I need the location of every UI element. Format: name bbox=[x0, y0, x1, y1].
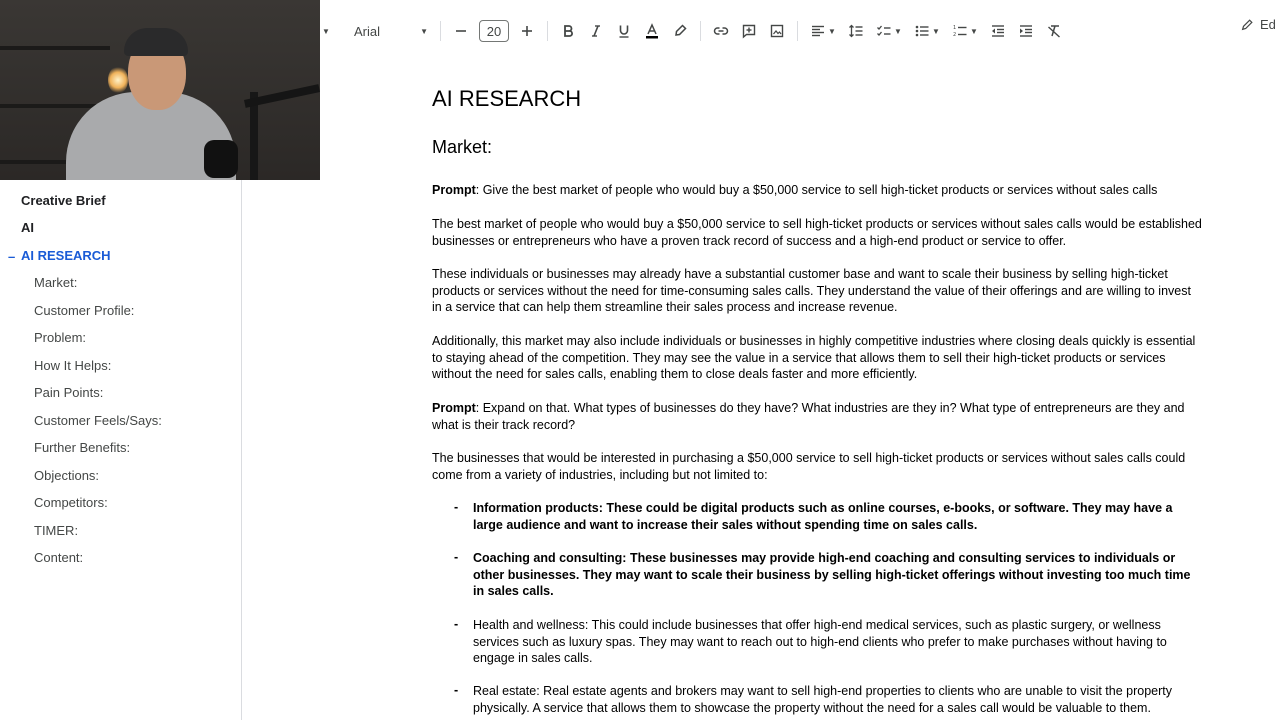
clear-formatting-button[interactable] bbox=[1040, 17, 1068, 45]
outline-item-objections[interactable]: Objections: bbox=[34, 468, 99, 483]
chevron-down-icon: ▼ bbox=[970, 26, 978, 36]
body-paragraph: The businesses that would be interested … bbox=[432, 451, 1186, 482]
font-size-input[interactable]: 20 bbox=[479, 20, 509, 42]
prompt-paragraph-1: Prompt: Give the best market of people w… bbox=[432, 182, 1202, 199]
bold-button[interactable] bbox=[554, 17, 582, 45]
italic-button[interactable] bbox=[582, 17, 610, 45]
line-spacing-icon bbox=[849, 24, 863, 38]
outline-item-ai[interactable]: AI bbox=[21, 220, 34, 235]
document-title: AI RESEARCH bbox=[432, 86, 582, 111]
overflow-caret[interactable]: ▼ bbox=[320, 17, 330, 45]
increase-font-size-button[interactable] bbox=[513, 17, 541, 45]
prompt-text: : Expand on that. What types of business… bbox=[432, 401, 1185, 432]
prompt-label: Prompt bbox=[432, 183, 476, 197]
chevron-down-icon: ▼ bbox=[894, 26, 902, 36]
body-paragraph: Additionally, this market may also inclu… bbox=[432, 334, 1196, 382]
prompt-label: Prompt bbox=[432, 401, 476, 415]
svg-text:1: 1 bbox=[953, 25, 956, 31]
checklist-icon bbox=[877, 25, 891, 36]
image-icon bbox=[770, 24, 784, 38]
microphone bbox=[204, 140, 238, 178]
bullet-marker: - bbox=[454, 550, 459, 564]
outline-item-further-benefits[interactable]: Further Benefits: bbox=[34, 440, 130, 455]
toolbar-divider bbox=[440, 21, 441, 41]
outline-item-competitors[interactable]: Competitors: bbox=[34, 495, 108, 510]
checklist-button[interactable]: ▼ bbox=[870, 17, 908, 45]
bullet-marker: - bbox=[454, 617, 459, 631]
bullet-marker: - bbox=[454, 500, 459, 514]
pencil-icon bbox=[1241, 18, 1253, 30]
insert-link-button[interactable] bbox=[707, 17, 735, 45]
body-paragraph: These individuals or businesses may alre… bbox=[432, 267, 1191, 315]
font-family-select[interactable]: Arial ▼ bbox=[350, 17, 434, 45]
outline-item-market[interactable]: Market: bbox=[34, 275, 77, 290]
collapse-indicator[interactable]: – bbox=[8, 249, 15, 264]
prompt-paragraph-2: Prompt: Expand on that. What types of bu… bbox=[432, 400, 1202, 433]
italic-icon bbox=[592, 25, 600, 37]
outline-item-customer-profile[interactable]: Customer Profile: bbox=[34, 303, 134, 318]
chevron-down-icon: ▼ bbox=[420, 26, 428, 36]
chevron-down-icon: ▼ bbox=[828, 26, 836, 36]
outline-item-problem[interactable]: Problem: bbox=[34, 330, 86, 345]
bullet-marker: - bbox=[454, 683, 459, 697]
bold-icon bbox=[564, 25, 573, 37]
editing-mode-label: Ed bbox=[1260, 17, 1276, 32]
align-left-icon bbox=[812, 25, 825, 37]
presenter-cap bbox=[124, 28, 188, 56]
text-color-button[interactable] bbox=[638, 17, 666, 45]
section-heading-market: Market: bbox=[432, 137, 493, 157]
decrease-indent-button[interactable] bbox=[984, 17, 1012, 45]
list-item: Health and wellness: This could include … bbox=[473, 618, 1167, 666]
toolbar-divider bbox=[547, 21, 548, 41]
numbered-list-icon: 12 bbox=[953, 25, 967, 38]
list-item: Real estate: Real estate agents and brok… bbox=[473, 684, 1172, 715]
body-paragraph: The best market of people who would buy … bbox=[432, 217, 1202, 248]
font-family-value: Arial bbox=[354, 23, 381, 39]
toolbar-divider bbox=[797, 21, 798, 41]
add-comment-button[interactable] bbox=[735, 17, 763, 45]
editing-mode-button[interactable]: Ed bbox=[1240, 17, 1280, 32]
outline-item-content[interactable]: Content: bbox=[34, 550, 83, 565]
line-spacing-button[interactable] bbox=[842, 17, 870, 45]
highlighter-icon bbox=[675, 24, 687, 36]
svg-text:2: 2 bbox=[953, 32, 956, 38]
chevron-down-icon: ▼ bbox=[932, 26, 940, 36]
list-item: Coaching and consulting: These businesse… bbox=[473, 551, 1191, 599]
highlight-color-button[interactable] bbox=[666, 17, 694, 45]
shelf-board bbox=[0, 46, 110, 50]
numbered-list-button[interactable]: 12 ▼ bbox=[946, 17, 984, 45]
comment-icon bbox=[742, 24, 756, 39]
toolbar-divider bbox=[700, 21, 701, 41]
clear-formatting-icon bbox=[1048, 25, 1060, 38]
align-button[interactable]: ▼ bbox=[804, 17, 842, 45]
prompt-text: : Give the best market of people who wou… bbox=[475, 183, 1158, 197]
increase-indent-button[interactable] bbox=[1012, 17, 1040, 45]
plus-icon bbox=[522, 26, 532, 36]
text-color-icon bbox=[646, 23, 658, 39]
outline-item-creative-brief[interactable]: Creative Brief bbox=[21, 193, 106, 208]
lamp-glow bbox=[108, 66, 128, 94]
indent-increase-icon bbox=[1020, 25, 1032, 37]
insert-image-button[interactable] bbox=[763, 17, 791, 45]
underline-button[interactable] bbox=[610, 17, 638, 45]
indent-decrease-icon bbox=[992, 25, 1004, 37]
document-outline: – Creative Brief AI AI RESEARCH Market: … bbox=[0, 180, 242, 720]
link-icon bbox=[713, 27, 729, 35]
formatting-toolbar: ▼ Arial ▼ 20 ▼ ▼ ▼ 1 2 ▼ Ed bbox=[320, 15, 1280, 47]
outline-item-timer[interactable]: TIMER: bbox=[34, 523, 78, 538]
webcam-overlay bbox=[0, 0, 320, 180]
outline-item-how-it-helps[interactable]: How It Helps: bbox=[34, 358, 111, 373]
outline-item-ai-research[interactable]: AI RESEARCH bbox=[21, 248, 111, 263]
minus-icon bbox=[456, 30, 466, 32]
underline-icon bbox=[619, 25, 629, 38]
outline-item-pain-points[interactable]: Pain Points: bbox=[34, 385, 103, 400]
bulleted-list-button[interactable]: ▼ bbox=[908, 17, 946, 45]
outline-item-customer-feels-says[interactable]: Customer Feels/Says: bbox=[34, 413, 162, 428]
bulleted-list-icon bbox=[915, 25, 929, 37]
list-item: Information products: These could be dig… bbox=[473, 501, 1173, 532]
decrease-font-size-button[interactable] bbox=[447, 17, 475, 45]
